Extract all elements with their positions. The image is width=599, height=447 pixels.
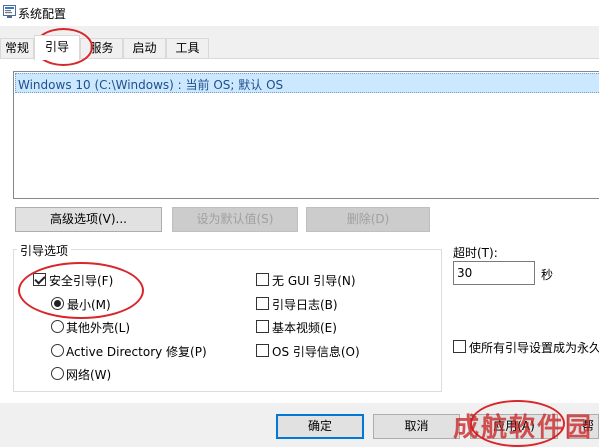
tab-strip: 常规 引导 服务 启动 工具 (0, 26, 599, 60)
minimal-label[interactable]: 最小(M) (67, 296, 111, 313)
tab-tools[interactable]: 工具 (166, 38, 209, 59)
delete-button[interactable]: 删除(D) (306, 207, 430, 232)
os-list-item[interactable]: Windows 10 (C:\Windows) : 当前 OS; 默认 OS (15, 73, 599, 93)
network-radio[interactable] (51, 367, 64, 380)
set-default-button[interactable]: 设为默认值(S) (172, 207, 298, 232)
ok-button[interactable]: 确定 (276, 414, 364, 439)
minimal-radio[interactable] (51, 297, 64, 310)
boot-options-group-title: 引导选项 (17, 242, 72, 259)
timeout-input[interactable]: 30 (453, 261, 535, 285)
advanced-options-button[interactable]: 高级选项(V)... (15, 207, 162, 232)
tab-boot[interactable]: 引导 (34, 35, 80, 60)
os-list-item-label: Windows 10 (C:\Windows) : 当前 OS; 默认 OS (18, 78, 284, 92)
no-gui-boot-checkbox[interactable] (256, 273, 269, 286)
cancel-button[interactable]: 取消 (373, 414, 460, 439)
base-video-checkbox[interactable] (256, 320, 269, 333)
base-video-label[interactable]: 基本视频(E) (272, 319, 337, 336)
make-permanent-checkbox[interactable] (453, 340, 466, 353)
boot-log-checkbox[interactable] (256, 297, 269, 310)
alternate-shell-label[interactable]: 其他外壳(L) (66, 319, 130, 336)
timeout-unit-label: 秒 (541, 268, 554, 282)
os-boot-info-checkbox[interactable] (256, 344, 269, 357)
msconfig-icon (3, 5, 16, 18)
active-directory-label[interactable]: Active Directory 修复(P) (66, 343, 207, 360)
window-title: 系统配置 (18, 7, 67, 21)
tab-general[interactable]: 常规 (0, 38, 34, 59)
boot-log-label[interactable]: 引导日志(B) (272, 296, 338, 313)
os-listbox[interactable]: Windows 10 (C:\Windows) : 当前 OS; 默认 OS (13, 71, 599, 199)
make-permanent-label[interactable]: 使所有引导设置成为永久 (469, 339, 599, 356)
os-boot-info-label[interactable]: OS 引导信息(O) (272, 343, 360, 360)
no-gui-boot-label[interactable]: 无 GUI 引导(N) (272, 272, 356, 289)
tab-services[interactable]: 服务 (80, 38, 123, 59)
title-bar[interactable] (0, 0, 599, 26)
timeout-label: 超时(T): (453, 246, 498, 260)
network-label[interactable]: 网络(W) (66, 366, 111, 383)
active-directory-radio[interactable] (51, 344, 64, 357)
alternate-shell-radio[interactable] (51, 320, 64, 333)
watermark-text: 成航软件园 (453, 413, 594, 443)
safe-boot-label[interactable]: 安全引导(F) (49, 272, 113, 289)
tab-startup[interactable]: 启动 (123, 38, 166, 59)
safe-boot-checkbox[interactable] (33, 273, 46, 286)
